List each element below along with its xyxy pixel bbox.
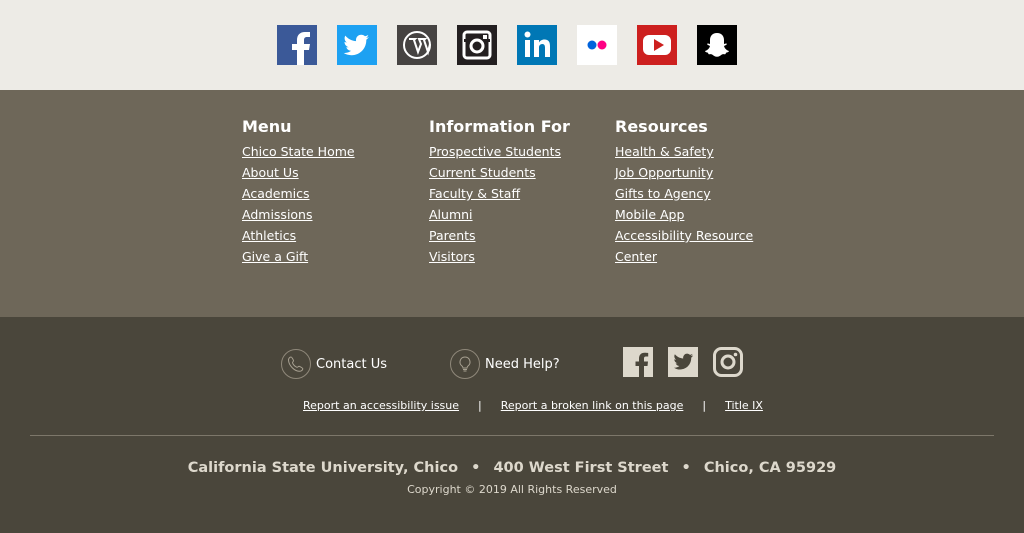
bottom-social-icons — [623, 347, 743, 377]
footer-links-band: Menu Chico State Home About Us Academics… — [0, 90, 1024, 317]
copyright-text: Copyright © 2019 All Rights Reserved — [407, 483, 617, 496]
link-academics[interactable]: Academics — [242, 183, 355, 204]
link-gifts-to-agency[interactable]: Gifts to Agency — [615, 183, 753, 204]
footer-bottom-band: Contact Us Need Help? Report an accessib… — [0, 317, 1024, 533]
link-faculty-staff[interactable]: Faculty & Staff — [429, 183, 570, 204]
link-accessibility-resource-center[interactable]: Center — [615, 246, 753, 267]
resources-heading: Resources — [615, 117, 708, 136]
flickr-icon[interactable] — [577, 25, 617, 65]
link-chico-state-home[interactable]: Chico State Home — [242, 141, 355, 162]
need-help-label: Need Help? — [485, 356, 560, 372]
lightbulb-icon — [450, 349, 480, 379]
instagram-icon[interactable] — [457, 25, 497, 65]
contact-us-label: Contact Us — [316, 356, 387, 372]
instagram-icon[interactable] — [713, 347, 743, 377]
link-accessibility-resource[interactable]: Accessibility Resource — [615, 225, 753, 246]
phone-icon — [281, 349, 311, 379]
link-parents[interactable]: Parents — [429, 225, 570, 246]
link-prospective-students[interactable]: Prospective Students — [429, 141, 570, 162]
link-visitors[interactable]: Visitors — [429, 246, 570, 267]
bullet: • — [681, 460, 691, 476]
social-icons-row — [277, 25, 737, 65]
menu-column: Menu Chico State Home About Us Academics… — [242, 116, 355, 267]
link-mobile-app[interactable]: Mobile App — [615, 204, 753, 225]
link-alumni[interactable]: Alumni — [429, 204, 570, 225]
social-icons-band — [0, 0, 1024, 90]
separator: | — [702, 399, 707, 412]
separator: | — [478, 399, 482, 412]
link-admissions[interactable]: Admissions — [242, 204, 355, 225]
resources-column: Resources Health & Safety Job Opportunit… — [615, 116, 753, 267]
link-give-a-gift[interactable]: Give a Gift — [242, 246, 355, 267]
link-job-opportunity[interactable]: Job Opportunity — [615, 162, 753, 183]
snapchat-icon[interactable] — [697, 25, 737, 65]
title-ix-link[interactable]: Title IX — [725, 399, 763, 412]
youtube-icon[interactable] — [637, 25, 677, 65]
report-broken-link[interactable]: Report a broken link on this page — [501, 399, 684, 412]
twitter-icon[interactable] — [668, 347, 698, 377]
contact-us-link[interactable]: Contact Us — [281, 349, 387, 379]
utility-links: Report an accessibility issue | Report a… — [303, 399, 763, 412]
institution-name: California State University, Chico — [187, 460, 459, 476]
link-about-us[interactable]: About Us — [242, 162, 355, 183]
street-address: 400 West First Street — [493, 460, 669, 476]
link-current-students[interactable]: Current Students — [429, 162, 570, 183]
link-athletics[interactable]: Athletics — [242, 225, 355, 246]
twitter-icon[interactable] — [337, 25, 377, 65]
information-for-heading: Information For — [429, 117, 570, 136]
linkedin-icon[interactable] — [517, 25, 557, 65]
facebook-icon[interactable] — [623, 347, 653, 377]
report-accessibility-link[interactable]: Report an accessibility issue — [303, 399, 459, 412]
link-health-safety[interactable]: Health & Safety — [615, 141, 753, 162]
information-for-column: Information For Prospective Students Cur… — [429, 116, 570, 267]
city-state-zip: Chico, CA 95929 — [703, 460, 837, 476]
menu-heading: Menu — [242, 117, 292, 136]
footer-divider — [30, 435, 994, 436]
need-help-link[interactable]: Need Help? — [450, 349, 560, 379]
bullet: • — [471, 460, 481, 476]
university-address: California State University, Chico • 400… — [0, 460, 1024, 476]
wordpress-icon[interactable] — [397, 25, 437, 65]
facebook-icon[interactable] — [277, 25, 317, 65]
